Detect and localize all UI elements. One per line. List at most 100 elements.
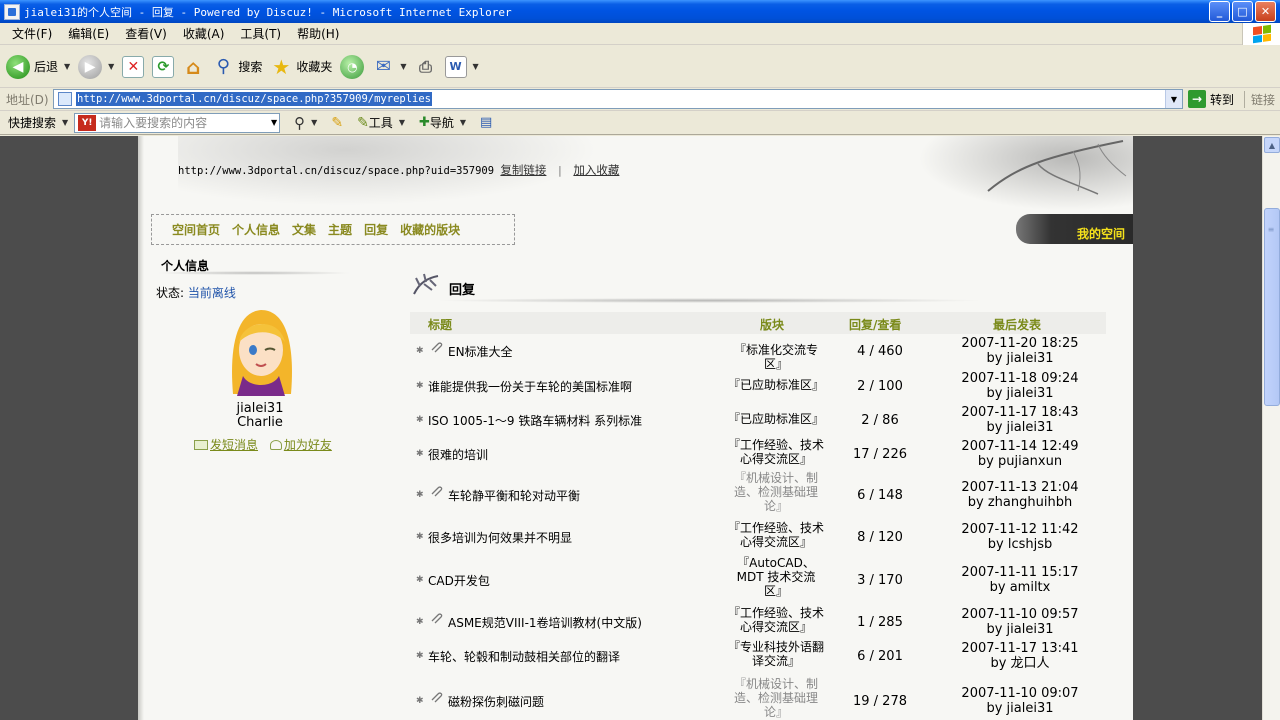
status-label: 状态:: [156, 286, 185, 300]
menu-edit[interactable]: 编辑(E): [60, 25, 117, 42]
row-title-link[interactable]: 磁粉探伤刺磁问题: [448, 693, 544, 710]
row-last-author[interactable]: by 龙口人: [950, 656, 1090, 671]
row-forum-link[interactable]: 『机械设计、制造、检测基础理论』: [728, 471, 824, 513]
section-underline: [434, 298, 984, 303]
add-friend-link[interactable]: 加为好友: [284, 438, 332, 452]
search-input-dropdown-icon[interactable]: ▼: [271, 118, 277, 127]
forward-dropdown-icon[interactable]: ▼: [108, 62, 114, 71]
quick-search-input[interactable]: Y! 请输入要搜索的内容 ▼: [74, 112, 281, 133]
edit-button[interactable]: W ▼: [444, 55, 479, 78]
address-dropdown-icon[interactable]: ▼: [1165, 90, 1182, 108]
menu-tools[interactable]: 工具(T): [232, 25, 289, 42]
links-button[interactable]: 链接: [1244, 91, 1275, 108]
edit-dropdown-icon[interactable]: ▼: [473, 62, 479, 71]
refresh-button[interactable]: ⟳: [152, 55, 175, 78]
history-button[interactable]: ◔: [340, 54, 365, 79]
tools-button[interactable]: ✎ 工具 ▼: [357, 114, 405, 131]
my-space-label: 我的空间: [1076, 227, 1125, 241]
maximize-button[interactable]: □: [1232, 1, 1253, 22]
quick-search-dropdown-icon[interactable]: ▼: [62, 118, 68, 127]
add-favorite-link[interactable]: 加入收藏: [573, 163, 619, 177]
row-title-link[interactable]: ISO 1005-1～9 铁路车辆材料 系列标准: [428, 412, 642, 429]
magnifier-button[interactable]: ⚲ ▼: [294, 114, 317, 132]
highlight-button[interactable]: ✎: [331, 115, 343, 131]
menu-view[interactable]: 查看(V): [117, 25, 175, 42]
row-last-author[interactable]: by amiltx: [950, 580, 1090, 595]
row-forum-link[interactable]: 『AutoCAD、MDT 技术交流区』: [728, 556, 824, 598]
row-title-link[interactable]: EN标准大全: [448, 343, 513, 360]
close-button[interactable]: ✕: [1255, 1, 1276, 22]
copy-link[interactable]: 复制链接: [500, 163, 546, 177]
magnifier-dropdown-icon[interactable]: ▼: [311, 118, 317, 127]
go-button[interactable]: → 转到: [1188, 90, 1234, 108]
nav-button[interactable]: ✚ 导航 ▼: [419, 114, 466, 131]
row-bullet-icon: ✱: [416, 532, 424, 542]
address-url[interactable]: http://www.3dportal.cn/discuz/space.php?…: [76, 92, 433, 106]
row-title-link[interactable]: 很难的培训: [428, 446, 488, 463]
send-message-link[interactable]: 发短消息: [210, 438, 258, 452]
envelope-icon: [194, 440, 208, 450]
row-stats: 8 / 120: [857, 530, 903, 545]
row-forum-link[interactable]: 『工作经验、技术心得交流区』: [728, 521, 824, 549]
menu-file[interactable]: 文件(F): [4, 25, 60, 42]
row-forum-link[interactable]: 『工作经验、技术心得交流区』: [728, 606, 824, 634]
mail-button[interactable]: ✉ ▼: [372, 56, 407, 78]
print-button[interactable]: ⎙: [415, 56, 437, 78]
row-forum-link[interactable]: 『专业科技外语翻译交流』: [728, 640, 824, 668]
scroll-thumb[interactable]: [1264, 208, 1280, 406]
quick-search-label[interactable]: 快捷搜索: [8, 114, 56, 131]
attachment-icon: [430, 691, 444, 703]
row-last-author[interactable]: by jialei31: [950, 351, 1090, 366]
col-last: 最后发表: [993, 318, 1042, 332]
extra-button[interactable]: ▤: [480, 115, 492, 130]
windows-logo-icon: [1242, 23, 1280, 45]
row-last-author[interactable]: by lcshjsb: [950, 537, 1090, 552]
scroll-up-icon[interactable]: ▲: [1264, 137, 1280, 153]
nav-replies[interactable]: 回复: [364, 221, 388, 238]
back-button[interactable]: ◀ 后退 ▼: [6, 54, 70, 79]
search-button[interactable]: ⚲ 搜索: [212, 56, 263, 78]
row-title-link[interactable]: 车轮静平衡和轮对动平衡: [448, 487, 580, 504]
tools-dropdown-icon[interactable]: ▼: [399, 118, 405, 127]
page-icon: [58, 92, 72, 106]
row-title-link[interactable]: 车轮、轮毂和制动鼓相关部位的翻译: [428, 648, 620, 665]
row-title-link[interactable]: 谁能提供我一份关于车轮的美国标准啊: [428, 378, 632, 395]
nav-fav-forums[interactable]: 收藏的版块: [400, 221, 460, 238]
nav-space-home[interactable]: 空间首页: [172, 221, 220, 238]
row-last-author[interactable]: by jialei31: [950, 701, 1090, 716]
row-forum-link[interactable]: 『已应助标准区』: [728, 412, 824, 426]
minimize-button[interactable]: _: [1209, 1, 1230, 22]
back-dropdown-icon[interactable]: ▼: [64, 62, 70, 71]
mail-dropdown-icon[interactable]: ▼: [400, 62, 406, 71]
row-last-date: 2007-11-17 18:43: [961, 405, 1079, 420]
nav-profile[interactable]: 个人信息: [232, 221, 280, 238]
row-title-link[interactable]: 很多培训为何效果并不明显: [428, 529, 572, 546]
row-forum-link[interactable]: 『机械设计、制造、检测基础理论』: [728, 677, 824, 719]
row-last-author[interactable]: by jialei31: [950, 420, 1090, 435]
section-title: 回复: [449, 283, 476, 298]
row-last-author[interactable]: by pujianxun: [950, 454, 1090, 469]
nav-threads[interactable]: 主题: [328, 221, 352, 238]
address-input[interactable]: http://www.3dportal.cn/discuz/space.php?…: [53, 89, 1183, 109]
my-space-tab[interactable]: 我的空间: [1016, 214, 1133, 244]
row-last-author[interactable]: by jialei31: [950, 386, 1090, 401]
row-last-author[interactable]: by jialei31: [950, 622, 1090, 637]
row-title-link[interactable]: ASME规范VIII-1卷培训教材(中文版): [448, 614, 642, 631]
home-button[interactable]: ⌂: [182, 55, 204, 79]
stop-button[interactable]: ✕: [122, 55, 145, 78]
nav-articles[interactable]: 文集: [292, 221, 316, 238]
menu-help[interactable]: 帮助(H): [289, 25, 347, 42]
status-value[interactable]: 当前离线: [188, 286, 236, 300]
status-line: 状态: 当前离线: [156, 284, 236, 301]
menu-favorites[interactable]: 收藏(A): [175, 25, 233, 42]
back-label: 后退: [34, 60, 59, 74]
favorites-button[interactable]: ★ 收藏夹: [270, 55, 332, 79]
forward-button[interactable]: ▶ ▼: [78, 54, 114, 79]
vertical-scrollbar[interactable]: ▲ ≡: [1262, 136, 1280, 720]
row-forum-link[interactable]: 『标准化交流专区』: [728, 343, 824, 371]
row-title-link[interactable]: CAD开发包: [428, 572, 490, 589]
row-forum-link[interactable]: 『工作经验、技术心得交流区』: [728, 438, 824, 466]
row-forum-link[interactable]: 『已应助标准区』: [728, 378, 824, 392]
nav-dropdown-icon[interactable]: ▼: [460, 118, 466, 127]
row-last-author[interactable]: by zhanghuihbh: [950, 495, 1090, 510]
